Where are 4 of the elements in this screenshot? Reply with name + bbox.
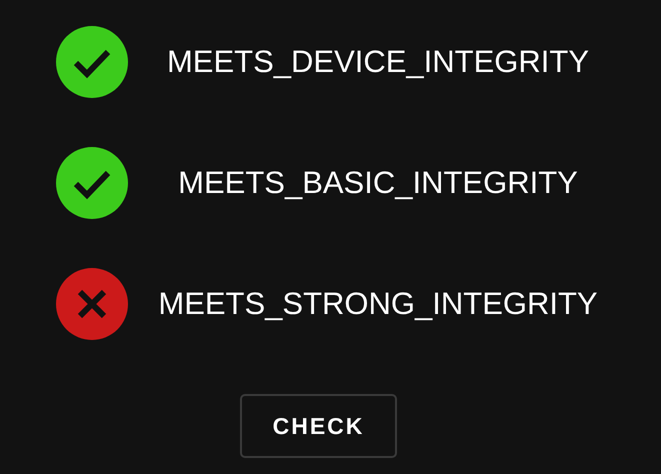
- integrity-label: MEETS_DEVICE_INTEGRITY: [166, 44, 590, 80]
- integrity-label: MEETS_BASIC_INTEGRITY: [178, 165, 578, 201]
- integrity-label: MEETS_STRONG_INTEGRITY: [158, 286, 598, 322]
- check-button[interactable]: CHECK: [240, 394, 397, 458]
